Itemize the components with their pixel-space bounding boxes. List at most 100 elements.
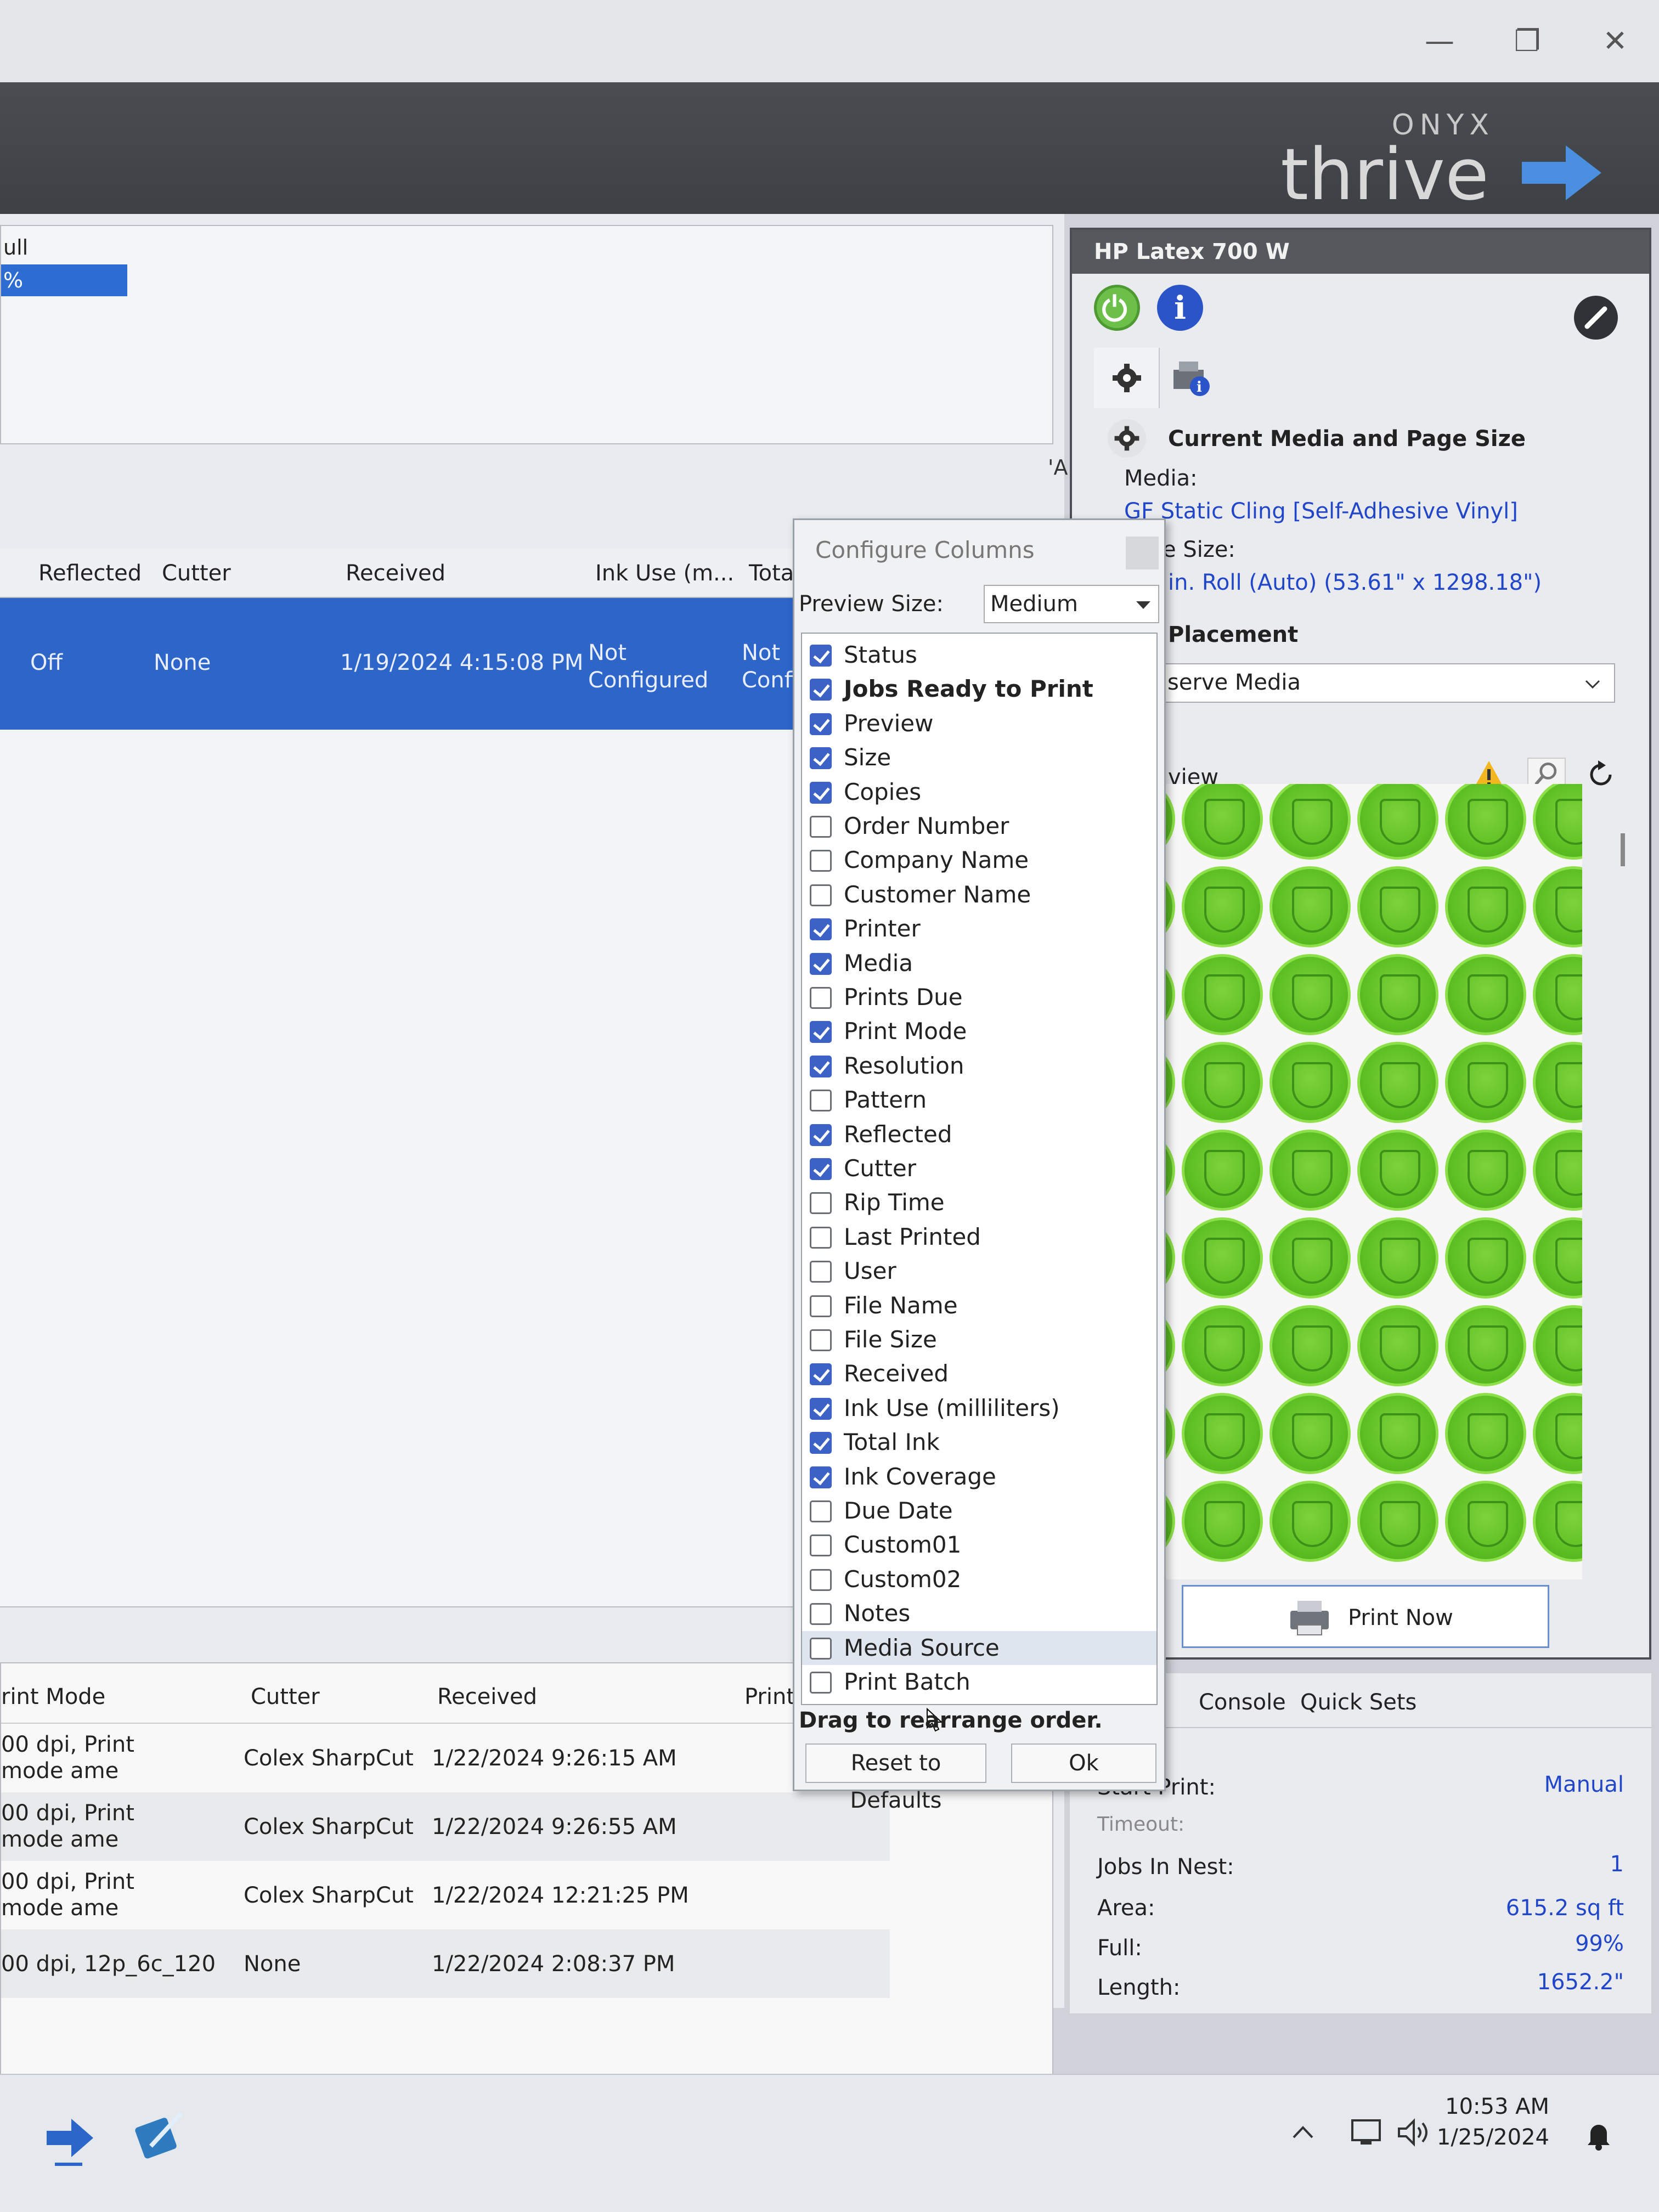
- preview-scrollbar[interactable]: [1621, 833, 1625, 866]
- column-checkbox[interactable]: [810, 1329, 832, 1351]
- col-header-ink-use[interactable]: Ink Use (m...: [595, 561, 734, 586]
- column-option[interactable]: Status: [802, 638, 1156, 672]
- table-row[interactable]: 00 dpi, Print mode ame Colex SharpCut 1/…: [1, 1861, 890, 1929]
- col-header-cutter[interactable]: Cutter: [162, 561, 231, 586]
- reset-to-defaults-button[interactable]: Reset to Defaults: [805, 1743, 986, 1813]
- column-option[interactable]: Customer Name: [802, 878, 1156, 912]
- media-value-link[interactable]: GF Static Cling [Self-Adhesive Vinyl]: [1124, 499, 1518, 524]
- column-option[interactable]: Rip Time: [802, 1186, 1156, 1220]
- design-tool-taskbar-icon[interactable]: [129, 2105, 189, 2165]
- column-list[interactable]: Status Jobs Ready to Print Preview Size Copi…: [801, 633, 1158, 1705]
- col-header-received[interactable]: Received: [437, 1684, 537, 1709]
- column-option[interactable]: Cutter: [802, 1152, 1156, 1186]
- preview-size-select[interactable]: Medium: [984, 585, 1159, 623]
- column-checkbox[interactable]: [810, 1534, 832, 1557]
- column-option[interactable]: Ink Use (milliliters): [802, 1391, 1156, 1425]
- chevron-up-icon[interactable]: [1289, 2119, 1317, 2146]
- column-checkbox[interactable]: [810, 1261, 832, 1283]
- column-checkbox[interactable]: [810, 1672, 832, 1694]
- dialog-close-button[interactable]: [1126, 537, 1159, 569]
- column-checkbox[interactable]: [810, 987, 832, 1009]
- column-option[interactable]: User: [802, 1254, 1156, 1288]
- column-checkbox[interactable]: [810, 1500, 832, 1522]
- notification-bell-icon[interactable]: [1585, 2119, 1612, 2152]
- column-checkbox[interactable]: [810, 1466, 832, 1488]
- info-icon[interactable]: i: [1157, 285, 1203, 331]
- column-checkbox[interactable]: [810, 1637, 832, 1660]
- summary-row-selected[interactable]: %: [1, 264, 127, 296]
- column-checkbox[interactable]: [810, 1021, 832, 1043]
- column-checkbox[interactable]: [810, 747, 832, 770]
- column-option[interactable]: Custom02: [802, 1562, 1156, 1596]
- column-option[interactable]: Order Number: [802, 809, 1156, 843]
- placement-select[interactable]: serve Media: [1154, 663, 1615, 703]
- column-checkbox[interactable]: [810, 1603, 832, 1626]
- column-option[interactable]: Media Source: [802, 1630, 1156, 1665]
- media-settings-icon[interactable]: [1108, 419, 1146, 458]
- minimize-button[interactable]: —: [1407, 16, 1472, 66]
- table-row-selected[interactable]: Off None 1/19/2024 4:15:08 PM Not Config…: [0, 598, 801, 730]
- column-checkbox[interactable]: [810, 1568, 832, 1591]
- column-checkbox[interactable]: [810, 713, 832, 735]
- column-option[interactable]: Received: [802, 1357, 1156, 1391]
- column-option[interactable]: Due Date: [802, 1494, 1156, 1528]
- col-header-received[interactable]: Received: [346, 561, 445, 586]
- tab-console[interactable]: Console: [1199, 1690, 1286, 1715]
- network-icon[interactable]: [1350, 2116, 1385, 2149]
- column-option[interactable]: Print Mode: [802, 1014, 1156, 1048]
- column-option[interactable]: Preview: [802, 707, 1156, 741]
- column-option[interactable]: Jobs Ready to Print: [802, 672, 1156, 706]
- edit-pencil-icon[interactable]: [1574, 296, 1618, 340]
- table-row[interactable]: 00 dpi, Print mode ame Colex SharpCut 1/…: [1, 1792, 890, 1861]
- column-option[interactable]: Notes: [802, 1596, 1156, 1630]
- column-checkbox[interactable]: [810, 816, 832, 838]
- column-option[interactable]: Prints Due: [802, 980, 1156, 1014]
- column-checkbox[interactable]: [810, 1158, 832, 1180]
- column-checkbox[interactable]: [810, 1055, 832, 1077]
- column-option[interactable]: Pattern: [802, 1083, 1156, 1117]
- close-button[interactable]: ✕: [1582, 16, 1648, 66]
- column-option[interactable]: Total Ink: [802, 1425, 1156, 1459]
- col-header-reflected[interactable]: Reflected: [38, 561, 142, 586]
- system-clock[interactable]: 10:53 AM 1/25/2024: [1437, 2091, 1549, 2153]
- column-checkbox[interactable]: [810, 1090, 832, 1112]
- column-checkbox[interactable]: [810, 850, 832, 872]
- column-option[interactable]: Company Name: [802, 843, 1156, 877]
- column-checkbox[interactable]: [810, 1432, 832, 1454]
- refresh-icon[interactable]: [1585, 759, 1618, 789]
- column-checkbox[interactable]: [810, 1124, 832, 1146]
- column-checkbox[interactable]: [810, 1397, 832, 1420]
- column-checkbox[interactable]: [810, 645, 832, 667]
- column-checkbox[interactable]: [810, 1295, 832, 1317]
- column-option[interactable]: Print Batch: [802, 1665, 1156, 1699]
- start-print-value[interactable]: Manual: [1544, 1772, 1624, 1797]
- col-header-print[interactable]: Print: [744, 1684, 795, 1709]
- column-checkbox[interactable]: [810, 884, 832, 906]
- column-checkbox[interactable]: [810, 1192, 832, 1215]
- column-option[interactable]: Size: [802, 741, 1156, 775]
- column-option[interactable]: Copies: [802, 775, 1156, 809]
- column-option[interactable]: Ink Coverage: [802, 1460, 1156, 1494]
- column-option[interactable]: Reflected: [802, 1118, 1156, 1152]
- column-checkbox[interactable]: [810, 1363, 832, 1386]
- col-header-cutter[interactable]: Cutter: [251, 1684, 320, 1709]
- power-icon[interactable]: [1094, 285, 1140, 331]
- column-option[interactable]: Resolution: [802, 1049, 1156, 1083]
- table-row[interactable]: 00 dpi, Print mode ame Colex SharpCut 1/…: [1, 1724, 890, 1792]
- ok-button[interactable]: Ok: [1011, 1743, 1156, 1783]
- column-checkbox[interactable]: [810, 952, 832, 975]
- nest-preview[interactable]: [1143, 784, 1582, 1579]
- column-checkbox[interactable]: [810, 1226, 832, 1249]
- volume-icon[interactable]: [1396, 2118, 1432, 2148]
- column-option[interactable]: Last Printed: [802, 1220, 1156, 1254]
- column-option[interactable]: Custom01: [802, 1528, 1156, 1562]
- column-option[interactable]: Printer: [802, 912, 1156, 946]
- column-checkbox[interactable]: [810, 781, 832, 804]
- print-now-button[interactable]: Print Now: [1182, 1585, 1549, 1648]
- table-row[interactable]: 00 dpi, 12p_6c_120 None 1/22/2024 2:08:3…: [1, 1929, 890, 1998]
- maximize-button[interactable]: ❐: [1494, 16, 1560, 66]
- column-option[interactable]: Media: [802, 946, 1156, 980]
- thrive-taskbar-icon[interactable]: [38, 2108, 99, 2168]
- column-checkbox[interactable]: [810, 918, 832, 941]
- col-header-print-mode[interactable]: rint Mode: [1, 1684, 105, 1709]
